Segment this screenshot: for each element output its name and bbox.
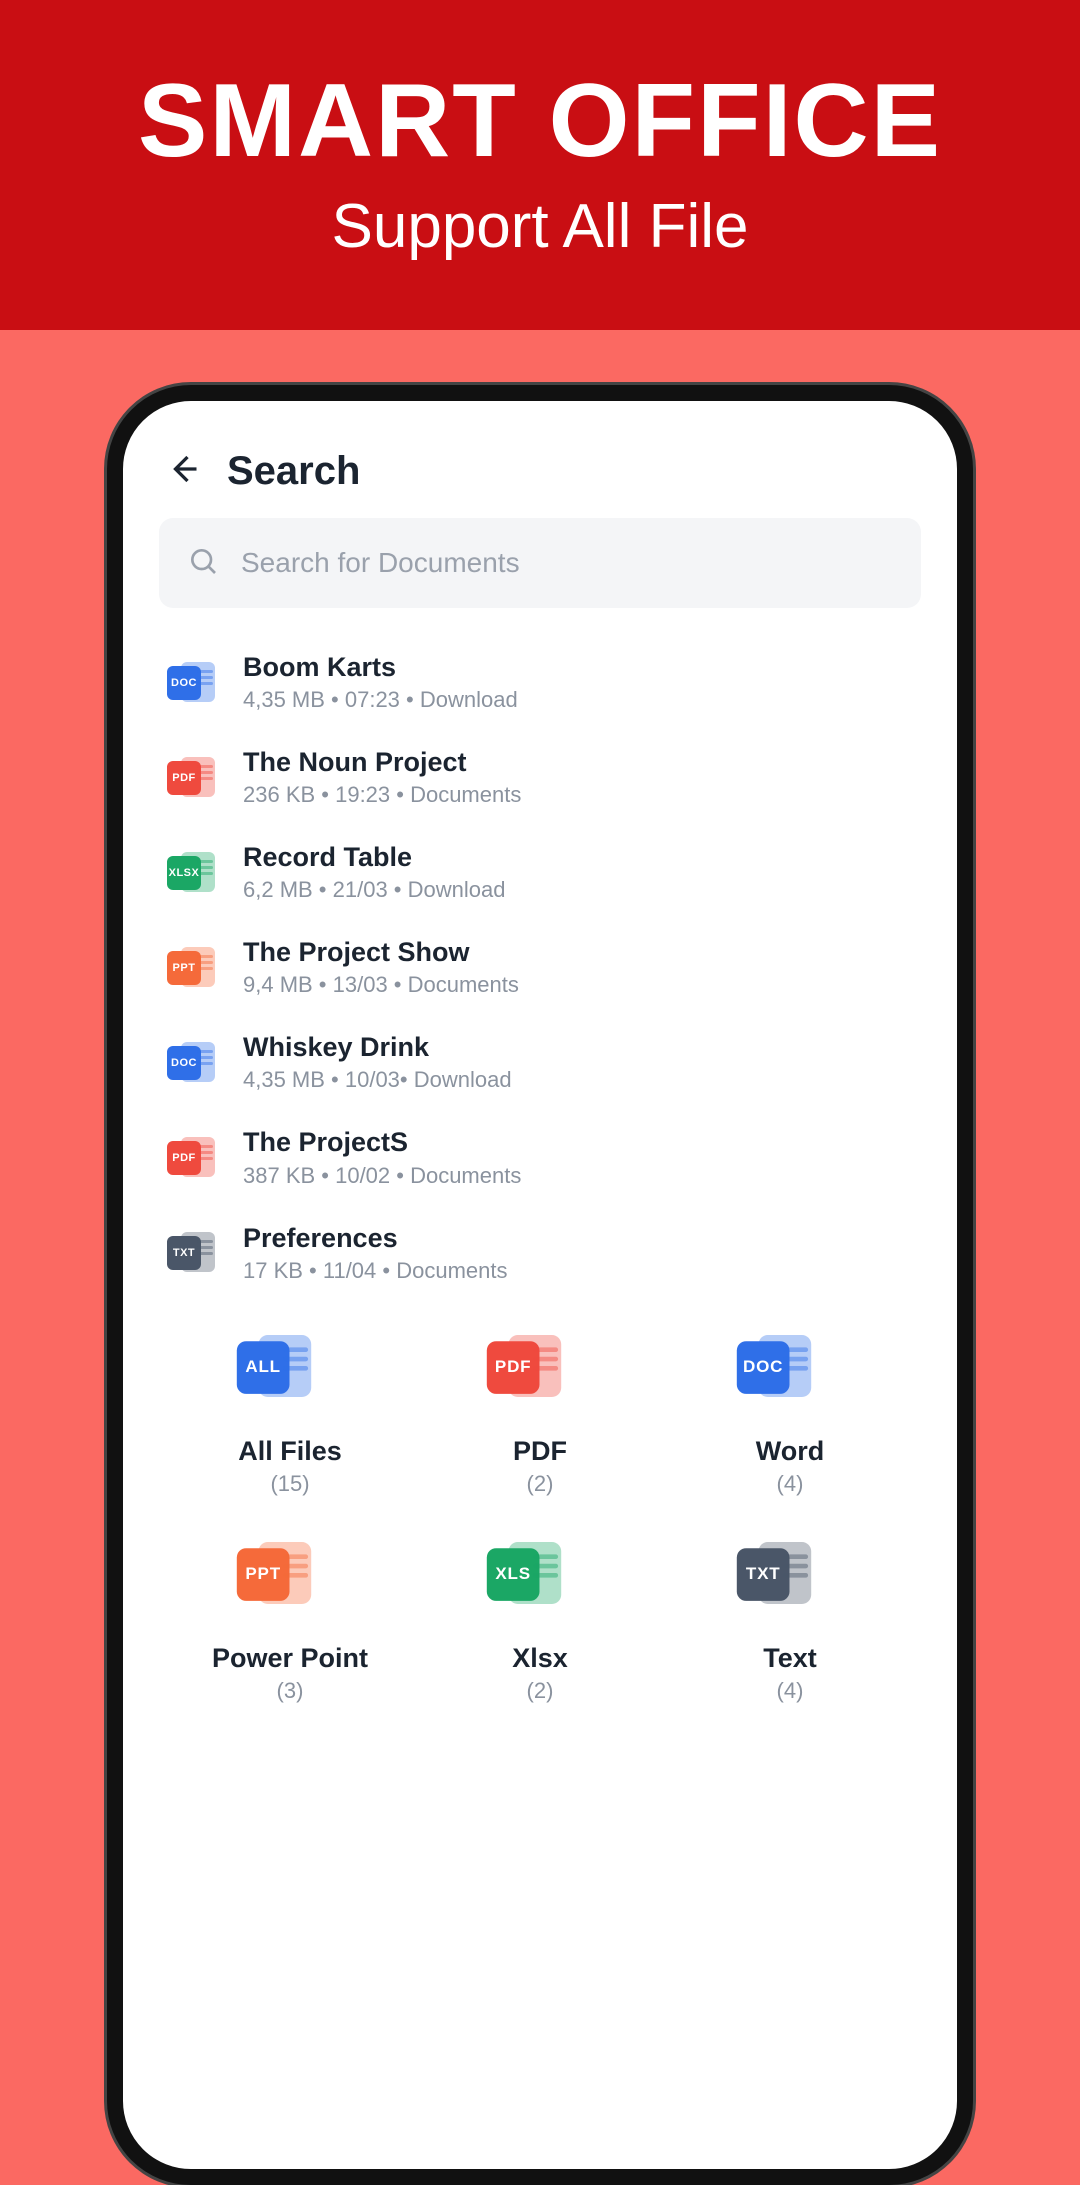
xlsx-category-icon: XLS xyxy=(500,1553,580,1623)
category-count: (2) xyxy=(527,1471,554,1497)
file-name: Record Table xyxy=(243,840,505,875)
file-meta: 387 KB • 10/02 • Documents xyxy=(243,1163,521,1189)
doc-file-icon: DOC xyxy=(165,1036,217,1088)
category-count: (4) xyxy=(777,1678,804,1704)
category-label: PDF xyxy=(513,1436,567,1467)
category-label: Xlsx xyxy=(512,1643,568,1674)
file-meta: 9,4 MB • 13/03 • Documents xyxy=(243,972,519,998)
banner-title: SMART OFFICE xyxy=(138,69,942,173)
file-meta: 4,35 MB • 10/03• Download xyxy=(243,1067,512,1093)
category-label: Word xyxy=(756,1436,825,1467)
category-doc[interactable]: DOC Word (4) xyxy=(675,1346,905,1497)
pdf-category-icon: PDF xyxy=(500,1346,580,1416)
search-box[interactable] xyxy=(159,518,921,608)
app-header: Search xyxy=(147,437,933,518)
file-row[interactable]: PPT The Project Show 9,4 MB • 13/03 • Do… xyxy=(165,919,915,1014)
category-count: (15) xyxy=(270,1471,309,1497)
category-all[interactable]: ALL All Files (15) xyxy=(175,1346,405,1497)
doc-category-icon: DOC xyxy=(750,1346,830,1416)
phone-frame: Search DOC Boom Karts 4,35 MB • 07:23 • … xyxy=(107,385,973,2185)
pdf-file-icon: PDF xyxy=(165,1131,217,1183)
xlsx-file-icon: XLSX xyxy=(165,846,217,898)
category-txt[interactable]: TXT Text (4) xyxy=(675,1553,905,1704)
category-ppt[interactable]: PPT Power Point (3) xyxy=(175,1553,405,1704)
category-label: All Files xyxy=(238,1436,342,1467)
file-row[interactable]: DOC Boom Karts 4,35 MB • 07:23 • Downloa… xyxy=(165,634,915,729)
file-row[interactable]: XLSX Record Table 6,2 MB • 21/03 • Downl… xyxy=(165,824,915,919)
file-name: The Noun Project xyxy=(243,745,521,780)
promo-banner: SMART OFFICE Support All File xyxy=(0,0,1080,330)
search-icon xyxy=(187,545,219,582)
category-pdf[interactable]: PDF PDF (2) xyxy=(425,1346,655,1497)
banner-subtitle: Support All File xyxy=(332,191,749,262)
category-label: Text xyxy=(763,1643,817,1674)
file-name: Boom Karts xyxy=(243,650,518,685)
file-row[interactable]: PDF The Noun Project 236 KB • 19:23 • Do… xyxy=(165,729,915,824)
category-count: (3) xyxy=(277,1678,304,1704)
file-name: Whiskey Drink xyxy=(243,1030,512,1065)
search-input[interactable] xyxy=(241,547,893,579)
file-meta: 6,2 MB • 21/03 • Download xyxy=(243,877,505,903)
category-count: (4) xyxy=(777,1471,804,1497)
category-grid: ALL All Files (15) PDF PDF (2) DOC Word … xyxy=(147,1310,933,1704)
all-category-icon: ALL xyxy=(250,1346,330,1416)
file-name: Preferences xyxy=(243,1221,507,1256)
file-list: DOC Boom Karts 4,35 MB • 07:23 • Downloa… xyxy=(147,608,933,1310)
category-xlsx[interactable]: XLS Xlsx (2) xyxy=(425,1553,655,1704)
ppt-category-icon: PPT xyxy=(250,1553,330,1623)
lower-panel: Search DOC Boom Karts 4,35 MB • 07:23 • … xyxy=(0,330,1080,1920)
file-meta: 17 KB • 11/04 • Documents xyxy=(243,1258,507,1284)
doc-file-icon: DOC xyxy=(165,656,217,708)
category-label: Power Point xyxy=(212,1643,368,1674)
pdf-file-icon: PDF xyxy=(165,751,217,803)
ppt-file-icon: PPT xyxy=(165,941,217,993)
page-title: Search xyxy=(227,449,360,494)
file-meta: 4,35 MB • 07:23 • Download xyxy=(243,687,518,713)
file-row[interactable]: PDF The ProjectS 387 KB • 10/02 • Docume… xyxy=(165,1109,915,1204)
file-name: The Project Show xyxy=(243,935,519,970)
back-arrow-icon[interactable] xyxy=(165,451,201,492)
category-count: (2) xyxy=(527,1678,554,1704)
file-row[interactable]: DOC Whiskey Drink 4,35 MB • 10/03• Downl… xyxy=(165,1014,915,1109)
file-meta: 236 KB • 19:23 • Documents xyxy=(243,782,521,808)
file-name: The ProjectS xyxy=(243,1125,521,1160)
txt-file-icon: TXT xyxy=(165,1226,217,1278)
txt-category-icon: TXT xyxy=(750,1553,830,1623)
file-row[interactable]: TXT Preferences 17 KB • 11/04 • Document… xyxy=(165,1205,915,1300)
